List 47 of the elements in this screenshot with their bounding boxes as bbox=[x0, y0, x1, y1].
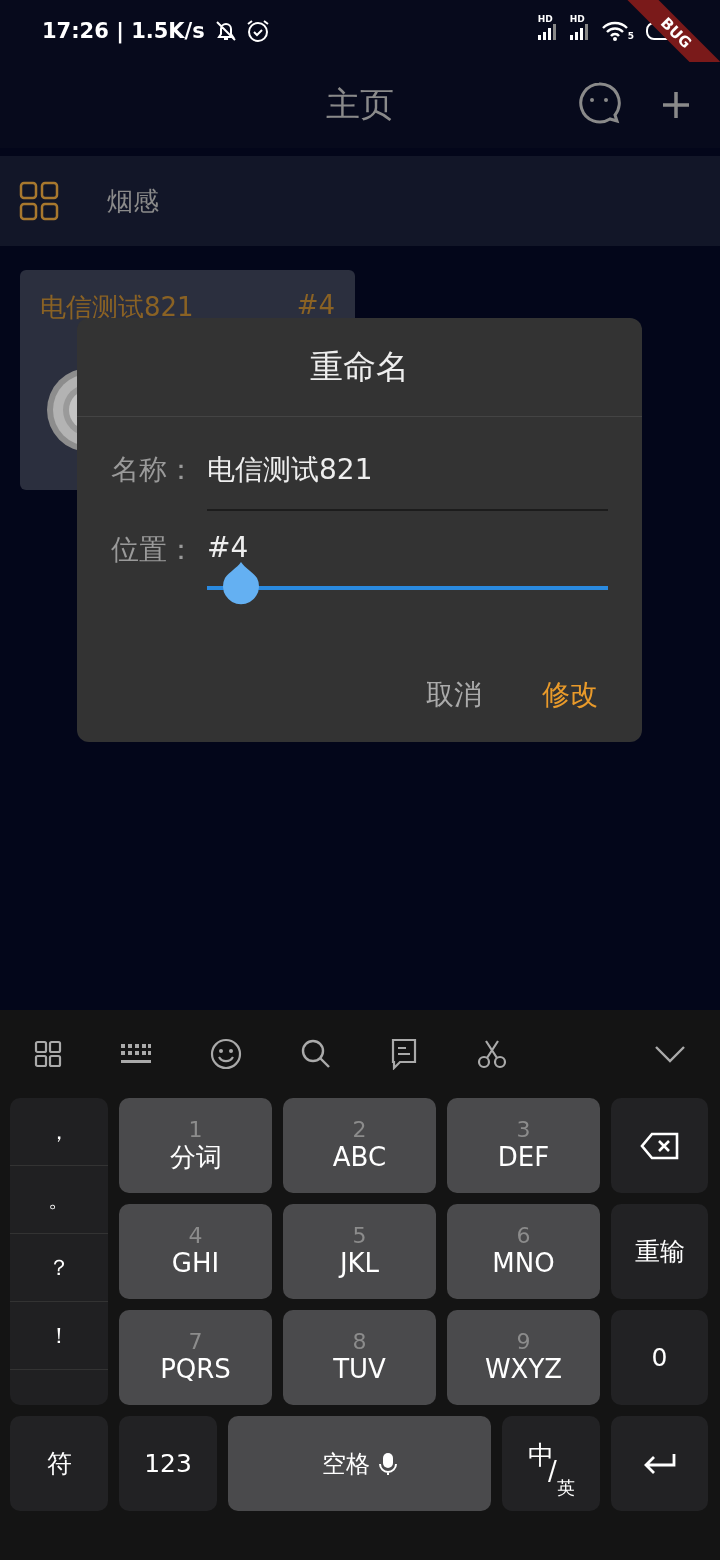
hd-label: HD bbox=[569, 14, 585, 24]
position-value: #4 bbox=[207, 531, 249, 564]
wifi-icon bbox=[601, 21, 628, 41]
function-key[interactable]: 重输 bbox=[611, 1204, 708, 1299]
letter-key[interactable]: 5 JKL bbox=[283, 1204, 436, 1299]
space-key[interactable]: 空格 bbox=[228, 1416, 491, 1511]
backspace-key[interactable] bbox=[611, 1098, 708, 1193]
search-icon[interactable] bbox=[300, 1038, 332, 1070]
function-key[interactable]: 123 bbox=[119, 1416, 217, 1511]
clipboard-note-icon[interactable] bbox=[390, 1038, 418, 1070]
letter-key[interactable]: 1 分词 bbox=[119, 1098, 272, 1193]
punctuation-key[interactable]: 。 bbox=[10, 1166, 108, 1234]
enter-icon bbox=[642, 1451, 677, 1476]
field-label: 名称： bbox=[111, 452, 196, 488]
hd-label: HD bbox=[537, 14, 553, 24]
cancel-button[interactable]: 取消 bbox=[426, 676, 482, 714]
letter-key[interactable]: 3 DEF bbox=[447, 1098, 600, 1193]
emoji-icon[interactable] bbox=[210, 1038, 242, 1070]
category-tab[interactable]: 烟感 bbox=[107, 183, 159, 219]
letter-key[interactable]: 7 PQRS bbox=[119, 1310, 272, 1405]
letter-key[interactable]: 2 ABC bbox=[283, 1098, 436, 1193]
apps-icon[interactable] bbox=[34, 1040, 62, 1068]
microphone-icon bbox=[377, 1451, 398, 1476]
scissors-icon[interactable] bbox=[476, 1038, 508, 1070]
grid-icon[interactable] bbox=[19, 181, 59, 221]
backspace-icon bbox=[639, 1131, 680, 1160]
letter-key[interactable]: 4 GHI bbox=[119, 1204, 272, 1299]
page-title: 主页 bbox=[326, 83, 394, 126]
letter-key[interactable]: 8 TUV bbox=[283, 1310, 436, 1405]
dialog-title: 重命名 bbox=[77, 318, 642, 417]
add-icon[interactable] bbox=[661, 90, 691, 120]
enter-key[interactable] bbox=[611, 1416, 708, 1511]
punctuation-key[interactable]: ！ bbox=[10, 1302, 108, 1370]
letter-key[interactable]: 9 WXYZ bbox=[447, 1310, 600, 1405]
letter-key[interactable]: 6 MNO bbox=[447, 1204, 600, 1299]
confirm-button[interactable]: 修改 bbox=[542, 676, 598, 714]
chat-icon[interactable] bbox=[577, 81, 621, 125]
wifi-label: 5 bbox=[627, 31, 634, 41]
name-input-field[interactable]: 电信测试821 bbox=[207, 437, 608, 511]
punctuation-key[interactable]: ， bbox=[10, 1098, 108, 1166]
function-key[interactable]: 0 bbox=[611, 1310, 708, 1405]
function-key[interactable]: 符 bbox=[10, 1416, 108, 1511]
keyboard-icon[interactable] bbox=[120, 1042, 152, 1066]
punctuation-key[interactable]: ？ bbox=[10, 1234, 108, 1302]
collapse-icon[interactable] bbox=[654, 1044, 686, 1064]
status-time: 17:26 | 1.5K/s bbox=[42, 19, 205, 43]
field-label: 位置： bbox=[111, 532, 196, 568]
